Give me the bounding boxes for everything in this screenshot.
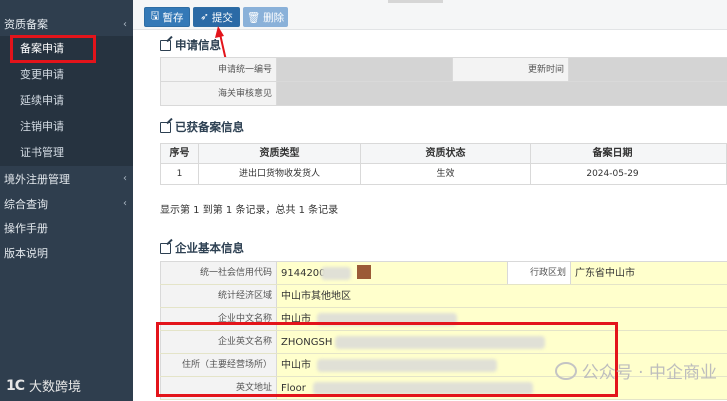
delete-button-label: 删除	[263, 11, 285, 24]
sidebar-item-version[interactable]: 版本说明	[0, 241, 133, 266]
logo-text: 大数跨境	[29, 380, 82, 395]
header-type[interactable]: 资质类型	[199, 144, 361, 163]
field-label: 海关审核意见	[160, 82, 277, 105]
cell-status: 生效	[361, 164, 531, 184]
nav-group-qualification[interactable]: 资质备案 ‹	[0, 12, 133, 36]
save-icon: 🖫	[150, 10, 160, 22]
watermark-text: 公众号 · 中企商业	[581, 363, 717, 383]
cell-date: 2024-05-29	[586, 169, 639, 179]
header-date[interactable]: 备案日期	[531, 144, 694, 163]
edit-icon	[160, 39, 171, 51]
field-label: 统一社会信用代码	[160, 262, 277, 284]
nav-group-overseas[interactable]: 境外注册管理 ‹	[0, 166, 133, 191]
sidebar: 资质备案 ‹ 备案申请 变更申请 延续申请 注销申请 证书管理 境外注册管理 ‹…	[0, 0, 133, 401]
submit-button-label: 提交	[211, 11, 233, 24]
field-label: 行政区划	[507, 262, 571, 284]
filed-info-table: 序号 资质类型 资质状态 备案日期 1 进出口货物收发货人 生效 2024-05…	[160, 143, 727, 185]
econ-zone-field[interactable]: 中山市其他地区	[277, 285, 727, 307]
sidebar-item-change-apply[interactable]: 变更申请	[0, 62, 133, 88]
nav-group-label: 资质备案	[4, 18, 48, 31]
watermark: 公众号 · 中企商业	[554, 358, 717, 383]
nav-group-label: 综合查询	[4, 197, 48, 211]
table-header: 序号 资质类型 资质状态 备案日期	[161, 144, 726, 164]
edit-icon	[160, 121, 171, 133]
trash-icon: 🗑	[246, 11, 261, 24]
form-row: 申请统一编号 更新时间	[160, 58, 727, 82]
unified-no-field[interactable]	[277, 58, 452, 81]
field-label: 统计经济区域	[160, 285, 277, 307]
toolbar: 🖫 暂存 ➶ 提交 🗑 删除	[133, 0, 727, 30]
brand-logo: 1C 大数跨境	[6, 376, 82, 396]
form-row: 海关审核意见	[160, 82, 727, 106]
save-button[interactable]: 🖫 暂存	[144, 7, 190, 27]
chevron-left-icon: ‹	[123, 173, 127, 184]
cell-no: 1	[161, 164, 199, 184]
header-status[interactable]: 资质状态	[361, 144, 531, 163]
section-title-text: 已获备案信息	[175, 120, 244, 134]
section-title-apply: 申请信息	[160, 37, 221, 53]
send-icon: ➶	[200, 11, 209, 23]
apply-info-form: 申请统一编号 更新时间 海关审核意见	[160, 57, 727, 106]
delete-button[interactable]: 🗑 删除	[243, 7, 288, 27]
wechat-icon	[554, 361, 577, 380]
redacted-block	[357, 265, 371, 279]
highlight-box-company-fields	[156, 322, 618, 397]
logo-mark: 1C	[6, 377, 25, 394]
chevron-left-icon: ‹	[123, 18, 127, 30]
save-button-label: 暂存	[162, 11, 184, 24]
credit-code-value: 9144200	[281, 268, 326, 279]
section-title-text: 企业基本信息	[175, 241, 244, 255]
region-value: 广东省中山市	[575, 268, 635, 279]
field-label: 申请统一编号	[160, 58, 277, 81]
sidebar-item-renew-apply[interactable]: 延续申请	[0, 88, 133, 114]
top-strip	[388, 0, 443, 3]
section-title-text: 申请信息	[175, 38, 221, 52]
edit-icon	[160, 242, 171, 254]
redacted-blur	[321, 267, 351, 280]
sidebar-item-manual[interactable]: 操作手册	[0, 216, 133, 241]
sidebar-item-certificate[interactable]: 证书管理	[0, 140, 133, 166]
update-time-field[interactable]	[569, 58, 727, 81]
form-row: 统一社会信用代码 9144200 行政区划 广东省中山市	[160, 262, 727, 285]
section-title-filed: 已获备案信息	[160, 119, 244, 135]
credit-code-field[interactable]: 9144200	[277, 262, 507, 284]
table-row[interactable]: 1 进出口货物收发货人 生效 2024-05-29	[161, 164, 726, 184]
submit-button[interactable]: ➶ 提交	[193, 7, 240, 27]
table-footer: 显示第 1 到第 1 条记录，总共 1 条记录	[160, 205, 339, 216]
header-no[interactable]: 序号	[161, 144, 199, 163]
section-title-company: 企业基本信息	[160, 240, 244, 256]
main-content: 🖫 暂存 ➶ 提交 🗑 删除 申请信息 申请统一编号 更新时间 海关审核意见 已…	[133, 0, 727, 401]
cell-type: 进出口货物收发货人	[199, 164, 361, 184]
region-field[interactable]: 广东省中山市	[571, 262, 727, 284]
field-label: 更新时间	[452, 58, 569, 81]
highlight-box-filing-apply	[10, 35, 96, 63]
nav-group-query[interactable]: 综合查询 ‹	[0, 191, 133, 216]
customs-opinion-field[interactable]	[277, 82, 727, 105]
econ-zone-value: 中山市其他地区	[281, 291, 351, 302]
nav-group-label: 境外注册管理	[4, 172, 70, 186]
form-row: 统计经济区域 中山市其他地区	[160, 285, 727, 308]
sidebar-item-cancel-apply[interactable]: 注销申请	[0, 114, 133, 140]
chevron-left-icon: ‹	[123, 198, 127, 209]
